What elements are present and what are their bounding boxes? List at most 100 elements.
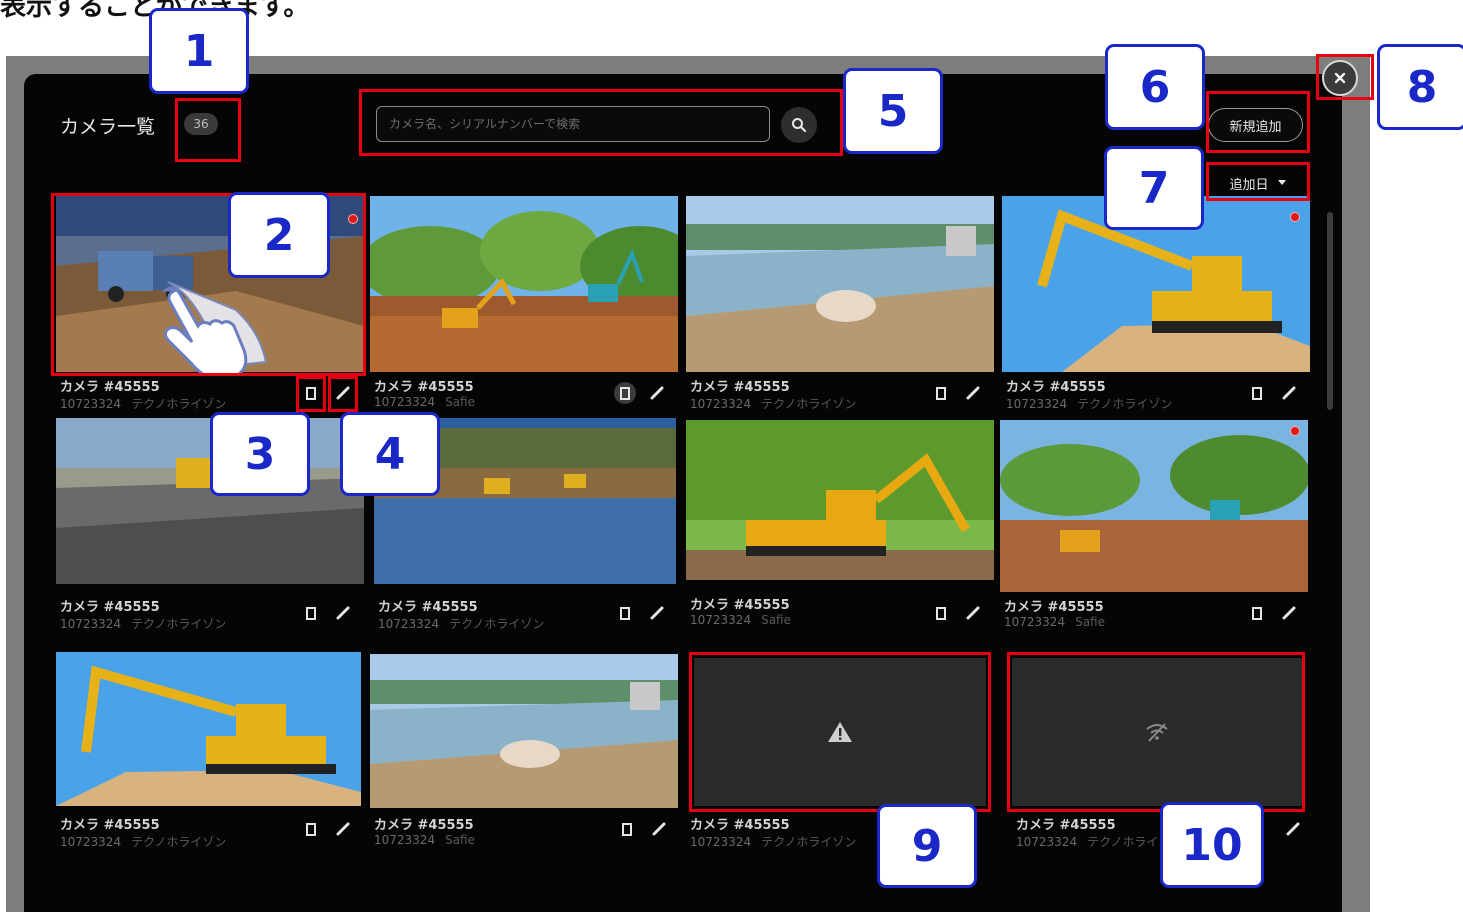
camera-count-badge: 36 bbox=[184, 113, 218, 135]
pencil-icon bbox=[1282, 386, 1296, 400]
pencil-icon bbox=[650, 606, 664, 620]
trash-icon bbox=[306, 607, 316, 620]
edit-camera-button[interactable] bbox=[332, 602, 354, 624]
camera-thumbnail[interactable] bbox=[370, 196, 678, 372]
delete-camera-button[interactable] bbox=[1246, 602, 1268, 624]
camera-source: Safie bbox=[445, 833, 475, 847]
camera-serial: 10723324 bbox=[1016, 835, 1078, 849]
camera-thumbnail[interactable] bbox=[370, 654, 678, 808]
edit-camera-button[interactable] bbox=[1278, 382, 1300, 404]
delete-camera-button[interactable] bbox=[300, 602, 322, 624]
search-icon bbox=[792, 118, 807, 133]
camera-meta: 10723324 テクノホライゾン bbox=[690, 395, 856, 412]
delete-camera-button[interactable] bbox=[616, 818, 638, 840]
camera-meta: 10723324 テクノホライゾン bbox=[60, 833, 226, 850]
camera-meta: 10723324 Safie bbox=[690, 613, 791, 627]
camera-serial: 10723324 bbox=[374, 395, 436, 409]
recording-indicator bbox=[1290, 212, 1300, 222]
delete-camera-button[interactable] bbox=[930, 382, 952, 404]
wifi-off-icon bbox=[1146, 723, 1168, 742]
trash-icon bbox=[1252, 387, 1262, 400]
edit-camera-button[interactable] bbox=[1282, 818, 1304, 840]
add-camera-button[interactable]: 新規追加 bbox=[1208, 108, 1303, 142]
callout-6: 6 bbox=[1105, 44, 1205, 130]
camera-name: カメラ #45555 bbox=[1006, 380, 1106, 395]
delete-camera-button[interactable] bbox=[300, 818, 322, 840]
delete-camera-button[interactable] bbox=[1246, 382, 1268, 404]
scrollbar[interactable] bbox=[1327, 212, 1333, 410]
edit-camera-button[interactable] bbox=[332, 382, 354, 404]
delete-camera-button[interactable] bbox=[930, 602, 952, 624]
trash-icon bbox=[620, 607, 630, 620]
camera-source: テクノホライゾン bbox=[131, 835, 227, 849]
camera-meta: 10723324 Safie bbox=[374, 395, 475, 409]
pencil-icon bbox=[652, 822, 666, 836]
camera-serial: 10723324 bbox=[690, 613, 752, 627]
pencil-icon bbox=[336, 606, 350, 620]
camera-name: カメラ #45555 bbox=[1004, 600, 1104, 615]
callout-1: 1 bbox=[149, 8, 249, 94]
camera-serial: 10723324 bbox=[60, 617, 122, 631]
edit-camera-button[interactable] bbox=[648, 818, 670, 840]
trash-icon bbox=[620, 387, 630, 400]
camera-error-thumbnail[interactable] bbox=[694, 658, 986, 806]
camera-meta: 10723324 テクノホライゾン bbox=[1006, 395, 1172, 412]
camera-meta: 10723324 Safie bbox=[374, 833, 475, 847]
camera-name: カメラ #45555 bbox=[378, 600, 478, 615]
warning-icon bbox=[828, 722, 852, 742]
sort-dropdown[interactable]: 追加日 bbox=[1212, 168, 1304, 198]
callout-2: 2 bbox=[228, 192, 330, 278]
edit-camera-button[interactable] bbox=[332, 818, 354, 840]
camera-meta: 10723324 テクノホライゾン bbox=[378, 615, 544, 632]
camera-source: テクノホライゾン bbox=[761, 397, 857, 411]
camera-serial: 10723324 bbox=[60, 835, 122, 849]
modal-title: カメラ一覧 bbox=[60, 116, 156, 138]
delete-camera-button[interactable] bbox=[300, 382, 322, 404]
close-button[interactable] bbox=[1322, 60, 1358, 96]
trash-icon bbox=[622, 823, 632, 836]
camera-source: テクノホライゾン bbox=[131, 397, 227, 411]
camera-meta: 10723324 テクノホライゾン bbox=[60, 395, 226, 412]
trash-icon bbox=[306, 387, 316, 400]
camera-name: カメラ #45555 bbox=[374, 818, 474, 833]
camera-serial: 10723324 bbox=[374, 833, 436, 847]
camera-serial: 10723324 bbox=[60, 397, 122, 411]
camera-source: Safie bbox=[1075, 615, 1105, 629]
edit-camera-button[interactable] bbox=[1278, 602, 1300, 624]
camera-thumbnail[interactable] bbox=[686, 196, 994, 372]
camera-name: カメラ #45555 bbox=[690, 818, 790, 833]
camera-thumbnail[interactable] bbox=[56, 652, 361, 806]
edit-camera-button[interactable] bbox=[962, 382, 984, 404]
delete-camera-button[interactable] bbox=[614, 602, 636, 624]
edit-camera-button[interactable] bbox=[646, 602, 668, 624]
hand-pointer-icon bbox=[161, 286, 248, 376]
callout-8: 8 bbox=[1377, 44, 1463, 130]
camera-meta: 10723324 テクノホライゾン bbox=[1016, 833, 1182, 850]
recording-indicator bbox=[348, 214, 358, 224]
edit-camera-button[interactable] bbox=[962, 602, 984, 624]
callout-5: 5 bbox=[843, 68, 943, 154]
pencil-icon bbox=[336, 386, 350, 400]
caret-down-icon bbox=[1277, 180, 1286, 185]
close-icon bbox=[1334, 72, 1346, 84]
pencil-icon bbox=[650, 386, 664, 400]
trash-icon bbox=[936, 607, 946, 620]
camera-meta: 10723324 Safie bbox=[1004, 615, 1105, 629]
edit-camera-button[interactable] bbox=[646, 382, 668, 404]
camera-search-input[interactable] bbox=[376, 106, 770, 142]
camera-source: Safie bbox=[761, 613, 791, 627]
camera-thumbnail[interactable] bbox=[686, 420, 994, 580]
camera-name: カメラ #45555 bbox=[690, 380, 790, 395]
camera-source: Safie bbox=[445, 395, 475, 409]
camera-name: カメラ #45555 bbox=[374, 380, 474, 395]
camera-meta: 10723324 テクノホライゾン bbox=[60, 615, 226, 632]
camera-thumbnail[interactable] bbox=[1000, 420, 1308, 592]
delete-camera-button[interactable] bbox=[614, 382, 636, 404]
camera-offline-thumbnail[interactable] bbox=[1012, 658, 1302, 806]
camera-serial: 10723324 bbox=[378, 617, 440, 631]
pencil-icon bbox=[966, 386, 980, 400]
search-button[interactable] bbox=[781, 107, 817, 143]
camera-name: カメラ #45555 bbox=[60, 600, 160, 615]
pencil-icon bbox=[336, 822, 350, 836]
recording-indicator bbox=[1290, 426, 1300, 436]
